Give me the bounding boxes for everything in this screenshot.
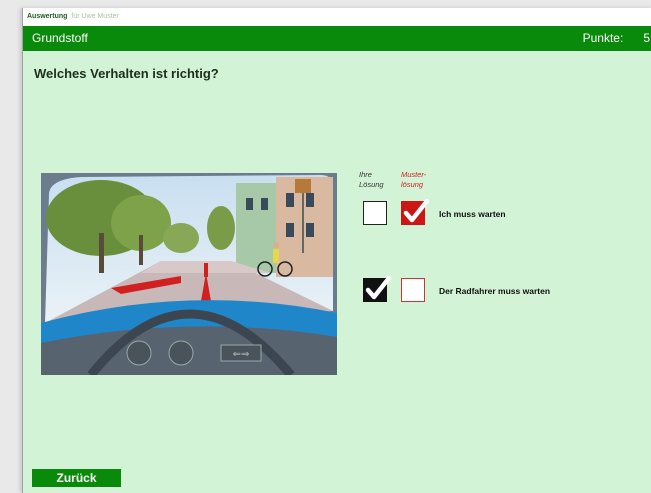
back-button[interactable]: Zurück — [32, 469, 121, 487]
answer-1-model-checkbox — [401, 198, 430, 225]
answer-2-your-checkbox[interactable] — [363, 275, 392, 302]
header-bar: Grundstoff Punkte: 5 — [23, 26, 651, 51]
answer-1-your-checkbox[interactable] — [363, 201, 387, 225]
question-text: Welches Verhalten ist richtig? — [34, 66, 219, 81]
window-title-bar: Auswertung für Uwe Muster — [23, 8, 651, 26]
column-header-model-line-1: Muster- — [401, 170, 427, 179]
window-title: Auswertung — [27, 13, 68, 20]
column-header-your-line-2: Lösung — [359, 180, 384, 189]
score-label: Punkte: — [582, 31, 624, 45]
score-display: Punkte: 5 — [583, 26, 650, 51]
svg-text:⇐⇒: ⇐⇒ — [233, 349, 250, 360]
column-header-your-solution: Ihre Lösung — [359, 170, 384, 190]
scene-illustration: ⇐⇒ — [41, 173, 337, 375]
window-subtitle: für Uwe Muster — [71, 13, 119, 20]
checkmark-icon — [365, 275, 392, 300]
column-header-model-line-2: lösung — [401, 180, 424, 189]
app-window: Auswertung für Uwe Muster Grundstoff Pun… — [22, 8, 651, 493]
column-header-your-line-1: Ihre — [359, 170, 372, 179]
traffic-scene-image: ⇐⇒ — [41, 173, 337, 375]
score-value: 5 — [643, 31, 650, 45]
section-title: Grundstoff — [32, 31, 88, 45]
answer-2-model-checkbox — [401, 278, 425, 302]
column-header-model-solution: Muster- lösung — [401, 170, 426, 190]
checkmark-icon — [403, 198, 430, 223]
answer-1-label: Ich muss warten — [439, 209, 506, 219]
answer-2-label: Der Radfahrer muss warten — [439, 286, 551, 296]
